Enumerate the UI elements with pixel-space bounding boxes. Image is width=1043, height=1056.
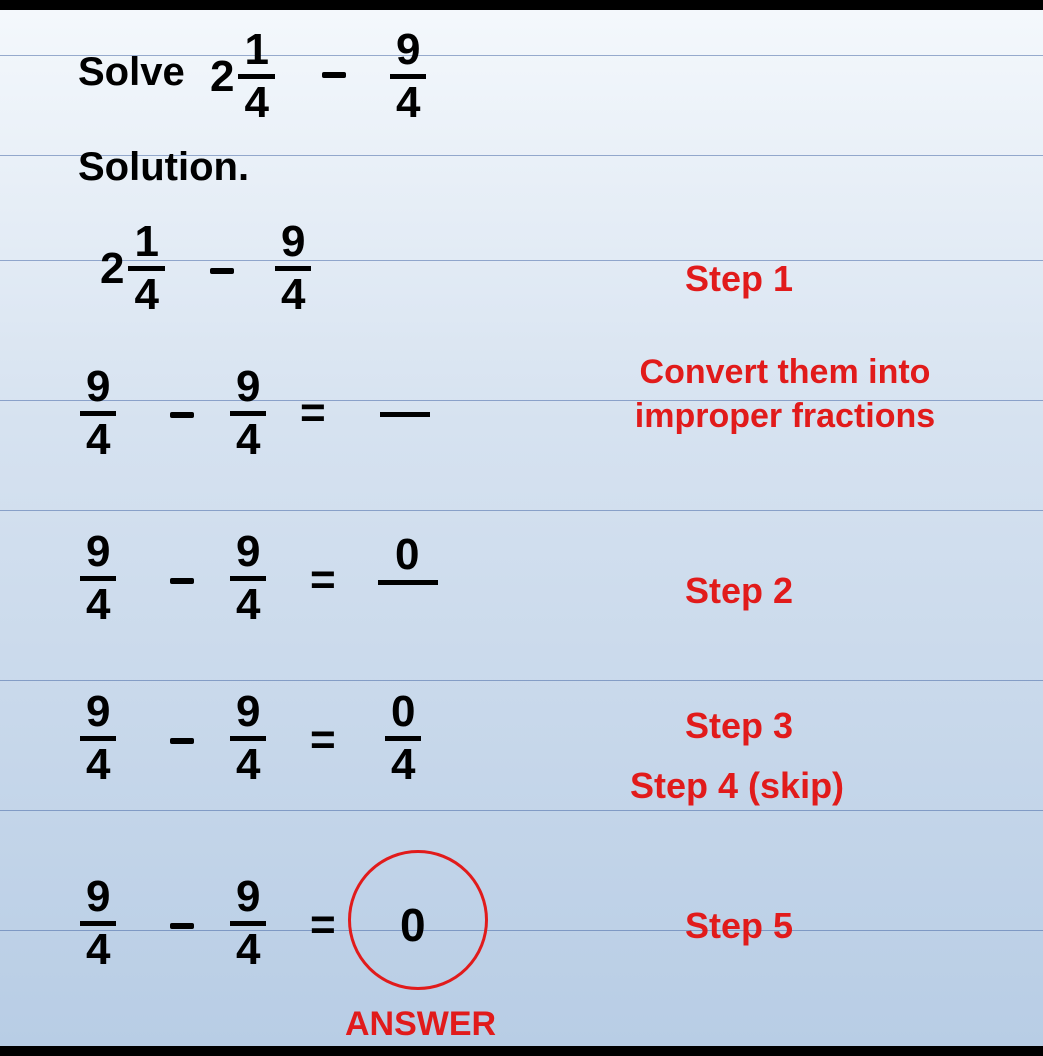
step3-label: Step 3 bbox=[685, 705, 793, 747]
numerator: 9 bbox=[80, 365, 116, 409]
rule-line bbox=[0, 510, 1043, 511]
fraction: 9 4 bbox=[230, 365, 266, 462]
convert-note: Convert them into improper fractions bbox=[570, 350, 1000, 438]
answer-circle bbox=[348, 850, 488, 990]
minus-sign bbox=[170, 738, 194, 744]
equals-sign: = bbox=[300, 388, 326, 438]
equals-sign: = bbox=[310, 555, 336, 605]
denominator: 4 bbox=[80, 928, 116, 972]
fraction: 9 4 bbox=[390, 28, 426, 125]
problem-subtrahend: 9 4 bbox=[390, 28, 426, 125]
numerator: 9 bbox=[230, 365, 266, 409]
step3-right: 9 4 bbox=[230, 530, 266, 627]
step3-left: 9 4 bbox=[80, 530, 116, 627]
step5-right: 9 4 bbox=[230, 875, 266, 972]
fraction: 1 4 bbox=[238, 28, 274, 125]
fraction: 1 4 bbox=[128, 220, 164, 317]
numerator: 0 bbox=[385, 690, 421, 734]
denominator: 4 bbox=[390, 81, 426, 125]
numerator: 9 bbox=[275, 220, 311, 264]
denominator: 4 bbox=[230, 743, 266, 787]
solution-label: Solution. bbox=[78, 145, 249, 190]
step2-right: 9 4 bbox=[230, 365, 266, 462]
minus-sign bbox=[170, 412, 194, 418]
denominator: 4 bbox=[230, 928, 266, 972]
rule-line bbox=[0, 680, 1043, 681]
whole-number: 2 bbox=[210, 55, 234, 99]
fraction: 9 4 bbox=[80, 690, 116, 787]
step4-right: 9 4 bbox=[230, 690, 266, 787]
numerator: 9 bbox=[80, 875, 116, 919]
minus-sign bbox=[170, 923, 194, 929]
numerator: 1 bbox=[238, 28, 274, 72]
denominator: 4 bbox=[80, 583, 116, 627]
step4-left: 9 4 bbox=[80, 690, 116, 787]
step2-left: 9 4 bbox=[80, 365, 116, 462]
numerator: 9 bbox=[390, 28, 426, 72]
equals-sign: = bbox=[310, 715, 336, 765]
minus-sign bbox=[322, 72, 346, 78]
denominator: 4 bbox=[275, 273, 311, 317]
fraction: 9 4 bbox=[230, 530, 266, 627]
numerator: 9 bbox=[80, 690, 116, 734]
denominator: 4 bbox=[80, 418, 116, 462]
equals-sign: = bbox=[310, 900, 336, 950]
denominator: 4 bbox=[385, 743, 421, 787]
answer-label: ANSWER bbox=[345, 1005, 496, 1044]
fraction: 9 4 bbox=[230, 875, 266, 972]
whole-number: 2 bbox=[100, 247, 124, 291]
numerator: 9 bbox=[230, 690, 266, 734]
minus-sign bbox=[210, 268, 234, 274]
denominator: 4 bbox=[80, 743, 116, 787]
fraction: 9 4 bbox=[80, 530, 116, 627]
solve-label: Solve bbox=[78, 50, 185, 95]
step3-result-num: 0 bbox=[395, 530, 419, 580]
fraction: 9 4 bbox=[275, 220, 311, 317]
denominator: 4 bbox=[230, 583, 266, 627]
problem-mixed-fraction: 2 1 4 bbox=[210, 28, 275, 125]
step1-left: 2 1 4 bbox=[100, 220, 165, 317]
step5-left: 9 4 bbox=[80, 875, 116, 972]
step4-result: 0 4 bbox=[385, 690, 421, 787]
denominator: 4 bbox=[238, 81, 274, 125]
fraction: 9 4 bbox=[80, 365, 116, 462]
numerator: 9 bbox=[230, 530, 266, 574]
fraction: 0 4 bbox=[385, 690, 421, 787]
numerator: 1 bbox=[128, 220, 164, 264]
numerator: 9 bbox=[230, 875, 266, 919]
result-bar bbox=[378, 580, 438, 585]
blank-bar bbox=[380, 412, 430, 417]
fraction: 9 4 bbox=[230, 690, 266, 787]
step4-skip-label: Step 4 (skip) bbox=[630, 765, 844, 807]
minus-sign bbox=[170, 578, 194, 584]
step1-right: 9 4 bbox=[275, 220, 311, 317]
lined-paper: Solve 2 1 4 9 4 Solution. 2 1 4 9 4 bbox=[0, 10, 1043, 1046]
step1-label: Step 1 bbox=[685, 258, 793, 300]
numerator: 9 bbox=[80, 530, 116, 574]
rule-line bbox=[0, 810, 1043, 811]
rule-line bbox=[0, 930, 1043, 931]
denominator: 4 bbox=[230, 418, 266, 462]
fraction: 9 4 bbox=[80, 875, 116, 972]
step5-label: Step 5 bbox=[685, 905, 793, 947]
step2-label: Step 2 bbox=[685, 570, 793, 612]
denominator: 4 bbox=[128, 273, 164, 317]
